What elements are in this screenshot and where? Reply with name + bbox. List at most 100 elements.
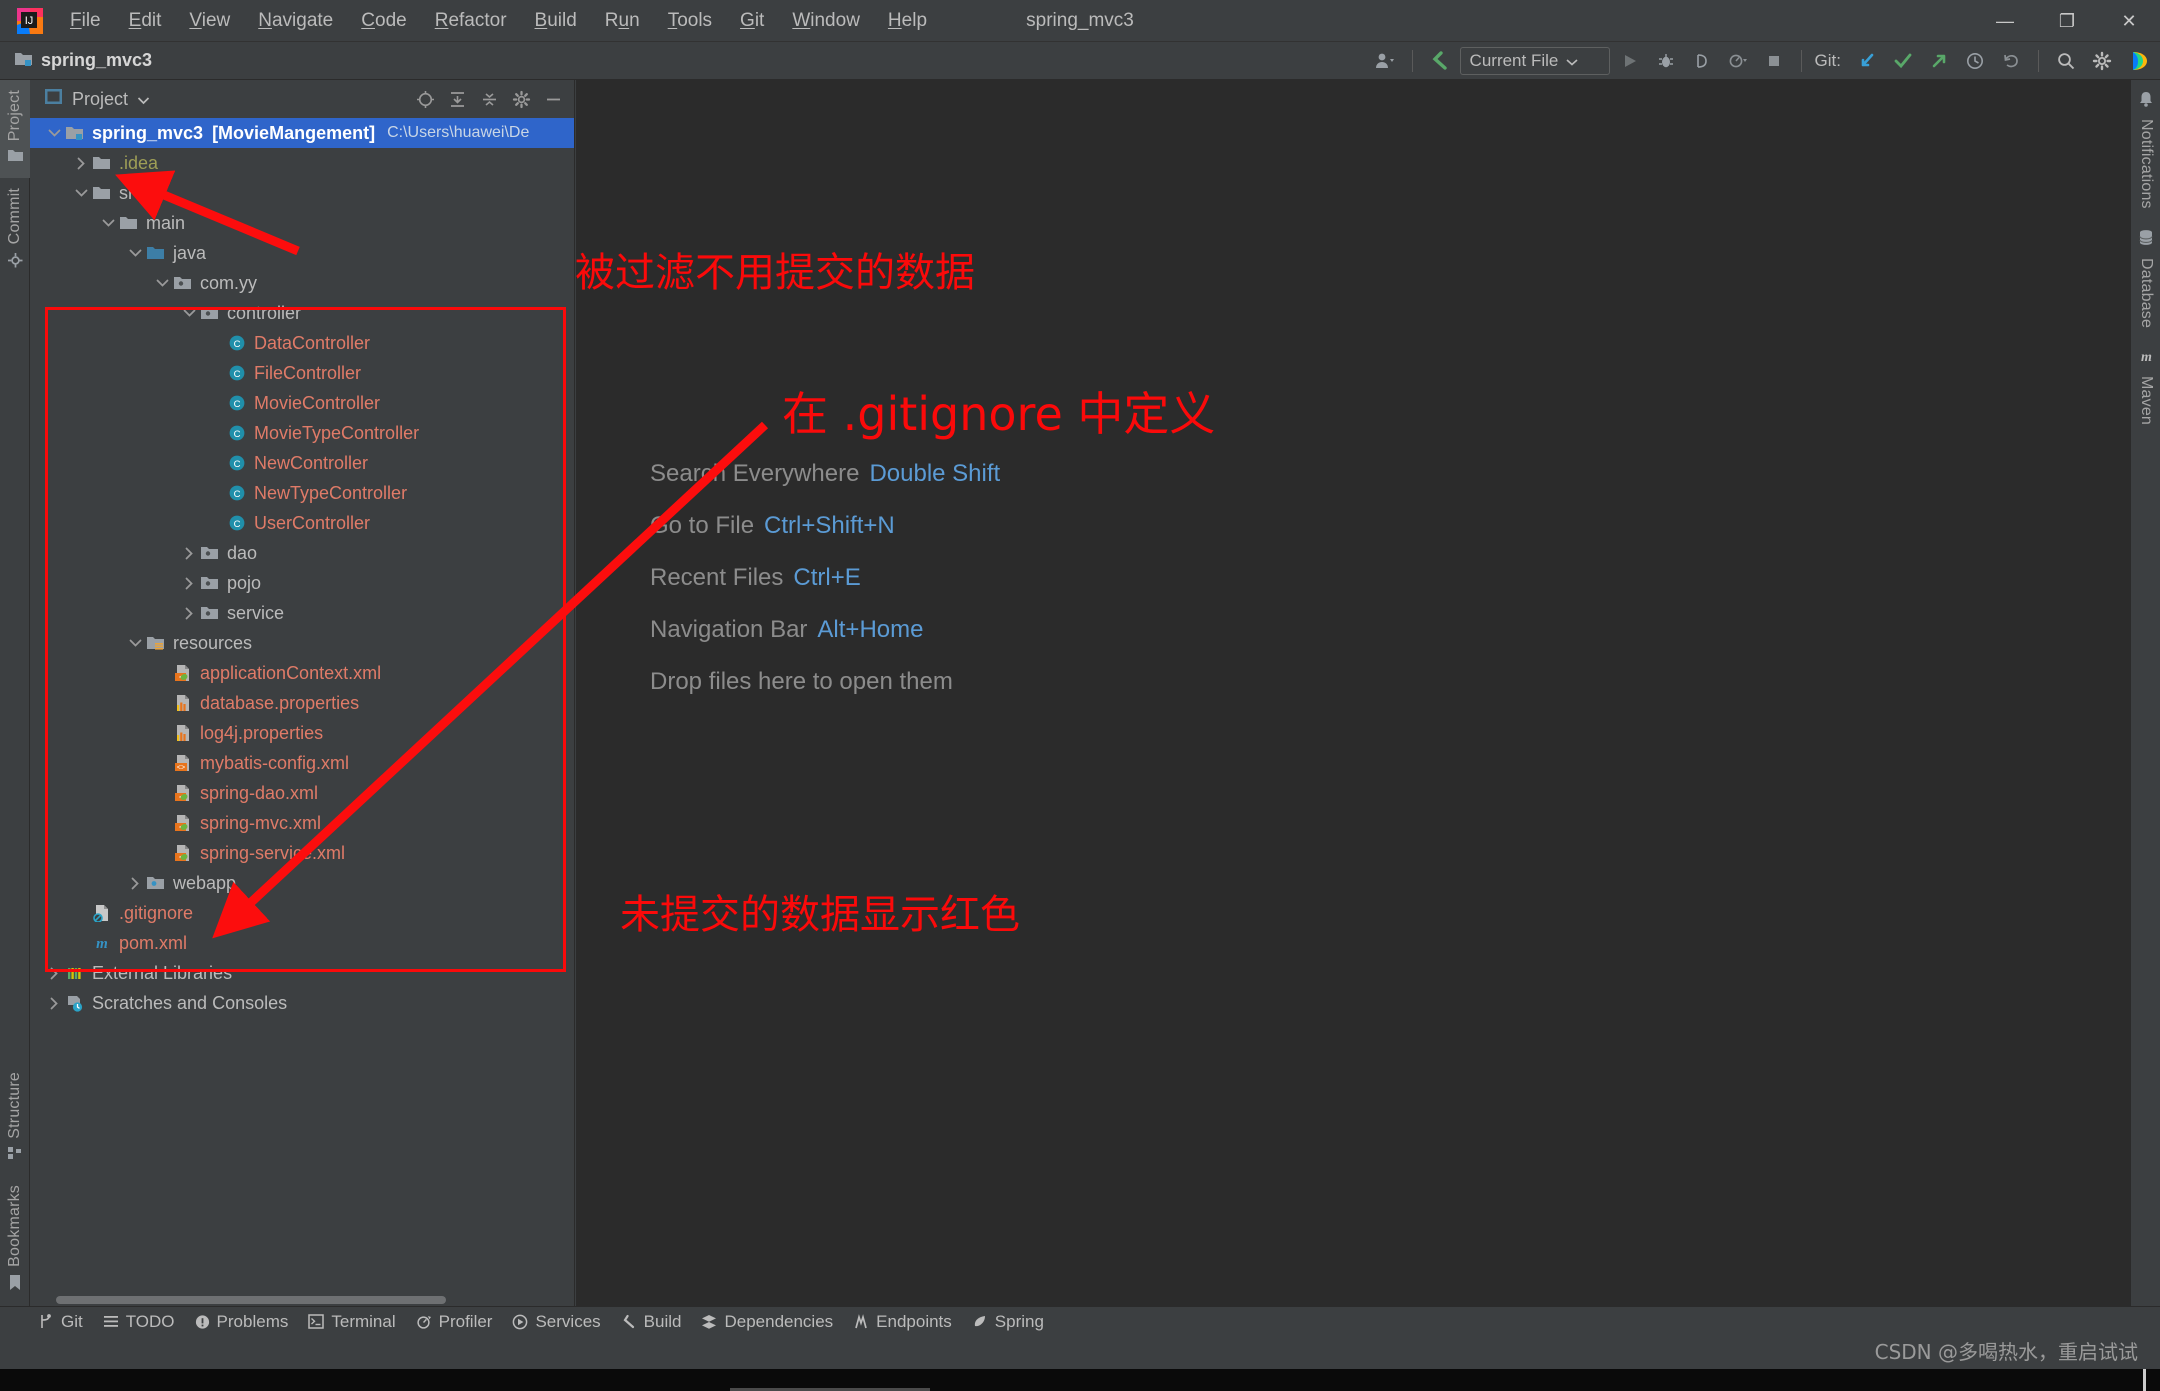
chevron-down-icon[interactable] (137, 89, 150, 110)
bottom-tab-services[interactable]: Services (508, 1312, 616, 1332)
tree-node--gitignore[interactable]: .gitignore (30, 898, 574, 928)
run-icon[interactable] (1614, 46, 1646, 76)
run-configuration-selector[interactable]: Current File (1459, 47, 1610, 75)
tree-node--idea[interactable]: .idea (30, 148, 574, 178)
stop-icon[interactable] (1758, 46, 1790, 76)
editor-empty-area[interactable]: Search Everywhere Double Shift Go to File C… (576, 80, 2130, 1306)
git-update-icon[interactable] (1851, 46, 1883, 76)
bottom-tab-git[interactable]: Git (34, 1312, 99, 1332)
tree-node-scratches-and-consoles[interactable]: Scratches and Consoles (30, 988, 574, 1018)
tree-node-spring-dao-xml[interactable]: < spring-dao.xml (30, 778, 574, 808)
project-tree-scroll[interactable]: spring_mvc3 [MovieMangement] C:\Users\huaw… (30, 118, 574, 1306)
tree-node-com-yy[interactable]: com.yy (30, 268, 574, 298)
sidebar-item-bookmarks[interactable]: Bookmarks (0, 1175, 30, 1306)
rollback-icon[interactable] (1995, 46, 2027, 76)
sidebar-item-project[interactable]: Project (0, 80, 30, 179)
menu-edit[interactable]: Edit (115, 6, 176, 36)
chevron-down-icon[interactable] (152, 273, 172, 293)
select-opened-file-icon[interactable] (412, 87, 438, 111)
bottom-tab-build[interactable]: Build (617, 1312, 698, 1332)
tree-node-dao[interactable]: dao (30, 538, 574, 568)
tree-node-movietypecontroller[interactable]: C MovieTypeController (30, 418, 574, 448)
menu-git[interactable]: Git (726, 6, 778, 36)
ide-assistant-icon[interactable] (2122, 46, 2154, 76)
menu-window[interactable]: Window (778, 6, 874, 36)
menu-refactor[interactable]: Refactor (421, 6, 521, 36)
tree-node-spring-service-xml[interactable]: < spring-service.xml (30, 838, 574, 868)
sidebar-item-maven[interactable]: m Maven (2131, 338, 2160, 435)
window-controls[interactable]: — ❐ ✕ (1974, 0, 2160, 42)
menu-bar[interactable]: File Edit View Navigate Code Refactor Bu… (56, 6, 941, 36)
tree-node-pom-xml[interactable]: m pom.xml (30, 928, 574, 958)
menu-view[interactable]: View (175, 6, 244, 36)
tree-node-moviecontroller[interactable]: C MovieController (30, 388, 574, 418)
tree-node-pojo[interactable]: pojo (30, 568, 574, 598)
tree-node-spring-mvc3[interactable]: spring_mvc3 [MovieMangement] C:\Users\huaw… (30, 118, 574, 148)
run-with-coverage-icon[interactable] (1686, 46, 1718, 76)
tree-node-database-properties[interactable]: database.properties (30, 688, 574, 718)
menu-run[interactable]: Run (591, 6, 654, 36)
menu-file[interactable]: File (56, 6, 115, 36)
close-button[interactable]: ✕ (2098, 0, 2160, 42)
collapse-all-icon[interactable] (476, 87, 502, 111)
sidebar-item-commit[interactable]: Commit (0, 178, 30, 283)
chevron-down-icon[interactable] (125, 633, 145, 653)
project-panel-title[interactable]: Project (44, 88, 150, 110)
project-tree[interactable]: spring_mvc3 [MovieMangement] C:\Users\huaw… (30, 118, 574, 1018)
tree-node-controller[interactable]: controller (30, 298, 574, 328)
settings-icon[interactable] (2086, 46, 2118, 76)
chevron-right-icon[interactable] (179, 603, 199, 623)
tree-node-webapp[interactable]: webapp (30, 868, 574, 898)
menu-tools[interactable]: Tools (654, 6, 726, 36)
sidebar-item-structure[interactable]: Structure (0, 1062, 30, 1175)
chevron-right-icon[interactable] (71, 153, 91, 173)
bottom-tab-endpoints[interactable]: Endpoints (849, 1312, 968, 1332)
back-arrow-icon[interactable] (1424, 46, 1456, 76)
settings-gear-icon[interactable] (508, 87, 534, 111)
main-toolbar[interactable]: Current File Git: (1369, 42, 2154, 80)
tree-node-usercontroller[interactable]: C UserController (30, 508, 574, 538)
chevron-down-icon[interactable] (179, 303, 199, 323)
tree-node-datacontroller[interactable]: C DataController (30, 328, 574, 358)
tree-node-resources[interactable]: resources (30, 628, 574, 658)
tree-node-external-libraries[interactable]: External Libraries (30, 958, 574, 988)
tree-node-mybatis-config-xml[interactable]: <> mybatis-config.xml (30, 748, 574, 778)
bottom-tab-profiler[interactable]: Profiler (412, 1312, 509, 1332)
chevron-down-icon[interactable] (44, 123, 64, 143)
expand-all-icon[interactable] (444, 87, 470, 111)
tree-node-service[interactable]: service (30, 598, 574, 628)
tree-node-spring-mvc-xml[interactable]: < spring-mvc.xml (30, 808, 574, 838)
menu-build[interactable]: Build (521, 6, 591, 36)
chevron-down-icon[interactable] (98, 213, 118, 233)
project-panel-actions[interactable] (412, 87, 566, 111)
tree-node-src[interactable]: src (30, 178, 574, 208)
tree-node-newtypecontroller[interactable]: C NewTypeController (30, 478, 574, 508)
chevron-right-icon[interactable] (44, 963, 64, 983)
bottom-tab-problems[interactable]: Problems (191, 1312, 305, 1332)
bottom-tab-dependencies[interactable]: Dependencies (697, 1312, 849, 1332)
tree-node-main[interactable]: main (30, 208, 574, 238)
bottom-tab-todo[interactable]: TODO (99, 1312, 191, 1332)
menu-help[interactable]: Help (874, 6, 941, 36)
bottom-tab-spring[interactable]: Spring (968, 1312, 1060, 1332)
tree-node-filecontroller[interactable]: C FileController (30, 358, 574, 388)
history-icon[interactable] (1959, 46, 1991, 76)
git-commit-icon[interactable] (1887, 46, 1919, 76)
bottom-tool-bar[interactable]: Git TODO Problems Terminal Profiler Services B… (0, 1306, 2160, 1336)
debug-icon[interactable] (1650, 46, 1682, 76)
chevron-right-icon[interactable] (179, 573, 199, 593)
scrollbar-thumb[interactable] (56, 1296, 446, 1304)
tree-node-java[interactable]: java (30, 238, 574, 268)
chevron-right-icon[interactable] (179, 543, 199, 563)
chevron-down-icon[interactable] (125, 243, 145, 263)
breadcrumb[interactable]: spring_mvc3 (14, 50, 152, 72)
menu-code[interactable]: Code (347, 6, 420, 36)
git-push-icon[interactable] (1923, 46, 1955, 76)
minimize-button[interactable]: — (1974, 0, 2036, 42)
search-icon[interactable] (2050, 46, 2082, 76)
tree-node-log4j-properties[interactable]: log4j.properties (30, 718, 574, 748)
horizontal-scrollbar[interactable] (30, 1292, 574, 1306)
tree-node-newcontroller[interactable]: C NewController (30, 448, 574, 478)
sidebar-item-notifications[interactable]: Notifications (2131, 80, 2160, 219)
chevron-right-icon[interactable] (125, 873, 145, 893)
